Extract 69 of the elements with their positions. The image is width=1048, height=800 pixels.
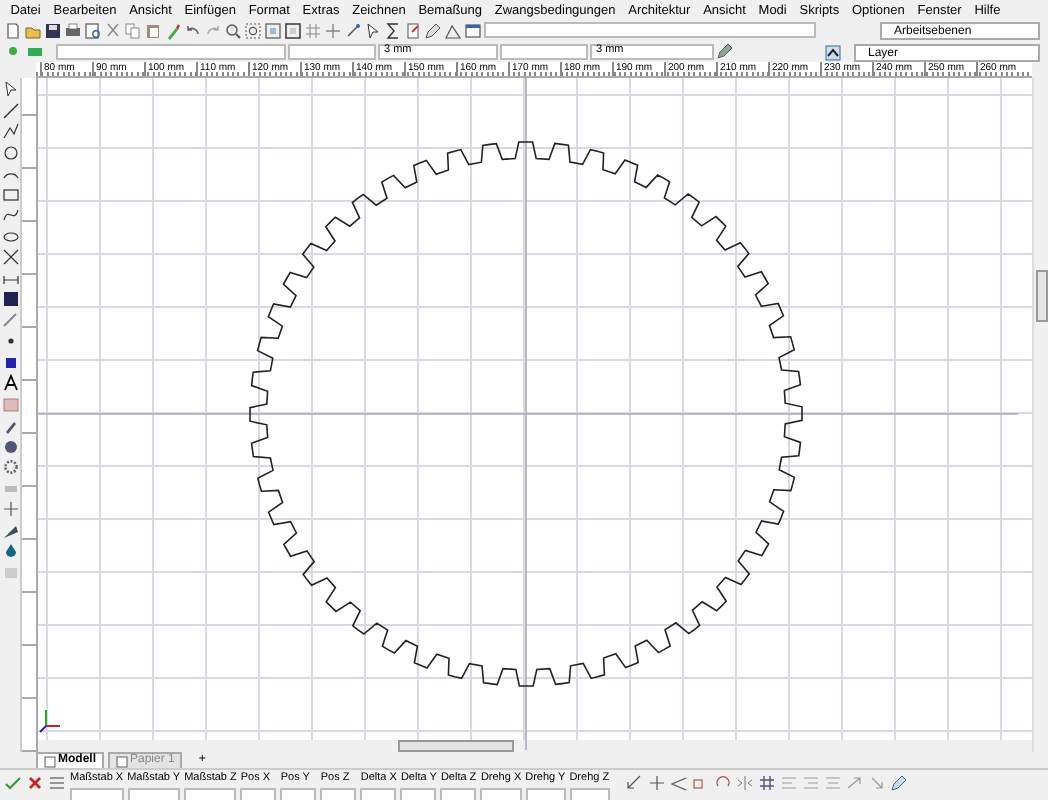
paste-icon[interactable]: [144, 21, 162, 40]
input-field[interactable]: [320, 788, 357, 800]
curve-icon[interactable]: [1, 206, 19, 224]
input-field[interactable]: [360, 788, 397, 800]
input-field[interactable]: [480, 788, 522, 800]
hatch-icon[interactable]: [1, 290, 19, 308]
copy-icon[interactable]: [124, 21, 142, 40]
pencil-icon[interactable]: [889, 774, 908, 792]
input-field[interactable]: [569, 788, 610, 800]
brush-icon[interactable]: [164, 21, 182, 40]
zoom-window-icon[interactable]: [244, 21, 262, 40]
input-field[interactable]: [440, 788, 477, 800]
frame-icon[interactable]: [284, 21, 302, 40]
window-icon[interactable]: [464, 21, 482, 40]
page-icon: [44, 755, 56, 767]
input-field[interactable]: [240, 788, 277, 800]
close-icon[interactable]: [26, 774, 44, 792]
polyline-icon[interactable]: [1, 122, 19, 140]
zoom-fit-icon[interactable]: [264, 21, 282, 40]
input-field[interactable]: [525, 788, 566, 800]
grid-icon[interactable]: [304, 21, 322, 40]
document-icon[interactable]: [404, 21, 422, 40]
coordinate-axes-icon: [39, 709, 61, 733]
input-field[interactable]: [70, 788, 124, 800]
cursor-icon[interactable]: [364, 21, 382, 40]
dimension-icon[interactable]: [625, 774, 644, 792]
check-icon[interactable]: [4, 774, 22, 792]
gear-outline-drawing[interactable]: [249, 141, 803, 687]
save-icon[interactable]: [44, 21, 62, 40]
scissors-icon[interactable]: [104, 21, 122, 40]
drop-icon[interactable]: [1, 542, 19, 560]
rectangle-icon[interactable]: [1, 185, 19, 203]
line-icon[interactable]: [1, 101, 19, 119]
input-field[interactable]: [184, 788, 237, 800]
linetype-combo-box[interactable]: [500, 43, 588, 60]
page-icon: [116, 755, 128, 767]
scrollbar-thumb[interactable]: [397, 740, 513, 752]
layers-icon[interactable]: [824, 44, 842, 62]
circle-icon[interactable]: [1, 143, 19, 161]
text-icon[interactable]: [1, 374, 19, 392]
snap-icon[interactable]: [344, 21, 362, 40]
new-file-icon[interactable]: [4, 21, 22, 40]
input-field[interactable]: [400, 788, 437, 800]
angle-icon[interactable]: [669, 774, 688, 792]
sum-icon[interactable]: [384, 21, 402, 40]
grid-icon[interactable]: [757, 774, 776, 792]
zoom-icon[interactable]: [224, 21, 242, 40]
scrollbar-thumb[interactable]: [1035, 269, 1047, 321]
shape-icon[interactable]: [444, 21, 462, 40]
arrow-icon[interactable]: [867, 774, 886, 792]
input-field[interactable]: [280, 788, 317, 800]
brush-icon[interactable]: [1, 416, 19, 434]
input-field[interactable]: [127, 788, 181, 800]
mirror-icon[interactable]: [735, 774, 754, 792]
print-icon[interactable]: [64, 21, 82, 40]
arrow-icon[interactable]: [845, 774, 864, 792]
pencil-icon[interactable]: [424, 21, 442, 40]
move-icon[interactable]: [647, 774, 666, 792]
preview-icon[interactable]: [84, 21, 102, 40]
gear-icon[interactable]: [1, 458, 19, 476]
cursor-icon[interactable]: [1, 80, 19, 98]
undo-icon[interactable]: [184, 21, 202, 40]
ellipse-icon[interactable]: [1, 227, 19, 245]
color-combo-box[interactable]: [288, 43, 376, 60]
menu-icon[interactable]: [48, 774, 66, 792]
wedge-icon[interactable]: [1, 521, 19, 539]
rotate-icon[interactable]: [713, 774, 732, 792]
cross-icon[interactable]: [1, 248, 19, 266]
fill-icon[interactable]: [1, 353, 19, 371]
